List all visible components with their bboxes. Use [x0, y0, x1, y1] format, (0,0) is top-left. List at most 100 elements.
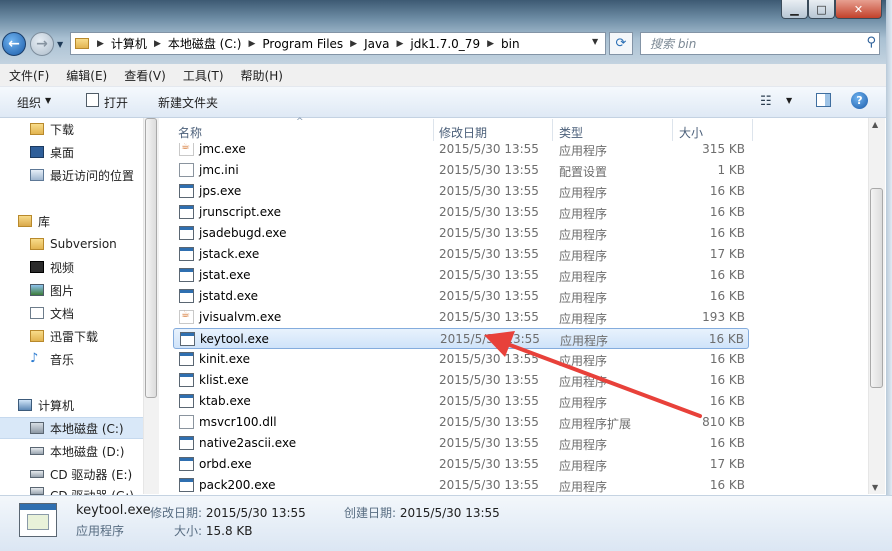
recent-pages-dropdown-icon[interactable]: ▼ [57, 40, 63, 49]
breadcrumb-c-drive[interactable]: 本地磁盘 (C:) [164, 35, 246, 52]
file-row[interactable]: jps.exe 2015/5/30 13:55 应用程序 16 KB [173, 181, 749, 202]
nav-item-drive-d[interactable]: 本地磁盘 (D:) [30, 441, 124, 461]
file-size: 16 KB [709, 268, 745, 282]
file-row-selected[interactable]: keytool.exe 2015/5/30 13:55 应用程序 16 KB [173, 328, 749, 349]
scroll-down-icon[interactable]: ▼ [872, 483, 878, 492]
nav-item-libraries[interactable]: 库 [18, 211, 50, 231]
file-type: 应用程序 [559, 207, 608, 221]
file-row[interactable]: pack200.exe 2015/5/30 13:55 应用程序 16 KB [173, 475, 749, 496]
view-dropdown-icon[interactable]: ▼ [786, 96, 792, 105]
file-row[interactable]: jstat.exe 2015/5/30 13:55 应用程序 16 KB [173, 265, 749, 286]
open-button[interactable]: 打开 [104, 94, 128, 111]
search-input[interactable]: 搜索 bin [640, 32, 880, 55]
minimize-icon: ▁ [790, 2, 799, 16]
search-icon[interactable]: ⚲ [866, 35, 876, 50]
file-type: 应用程序 [559, 249, 608, 263]
file-row[interactable]: kinit.exe 2015/5/30 13:55 应用程序 16 KB [173, 349, 749, 370]
breadcrumb-bin[interactable]: bin [497, 37, 524, 51]
video-library-icon [30, 261, 44, 273]
file-row[interactable]: jstatd.exe 2015/5/30 13:55 应用程序 16 KB [173, 286, 749, 307]
breadcrumb-computer[interactable]: 计算机 [107, 35, 151, 52]
dll-icon [179, 415, 194, 429]
file-row[interactable]: native2ascii.exe 2015/5/30 13:55 应用程序 16 KB [173, 433, 749, 454]
file-row[interactable]: msvcr100.dll 2015/5/30 13:55 应用程序扩展 810 KB [173, 412, 749, 433]
back-button[interactable]: ← [2, 32, 26, 56]
nav-item-recent-places[interactable]: 最近访问的位置 [30, 165, 134, 185]
file-name: jstatd.exe [199, 289, 259, 303]
change-view-icon[interactable]: ☷ [760, 94, 772, 109]
file-type: 应用程序 [559, 186, 608, 200]
file-row[interactable]: ktab.exe 2015/5/30 13:55 应用程序 16 KB [173, 391, 749, 412]
file-row[interactable]: klist.exe 2015/5/30 13:55 应用程序 16 KB [173, 370, 749, 391]
menu-help[interactable]: 帮助(H) [232, 67, 291, 84]
nav-item-computer[interactable]: 计算机 [18, 395, 74, 415]
exe-icon [179, 289, 194, 303]
breadcrumb-jdk[interactable]: jdk1.7.0_79 [406, 37, 484, 51]
file-name: jps.exe [199, 184, 242, 198]
file-row[interactable]: jvisualvm.exe 2015/5/30 13:55 应用程序 193 KB [173, 307, 749, 328]
help-icon[interactable]: ? [851, 92, 868, 109]
file-type: 应用程序 [560, 334, 609, 348]
organize-button[interactable]: 组织 [17, 94, 41, 111]
forward-button[interactable]: → [30, 32, 54, 56]
file-size: 16 KB [709, 478, 745, 492]
file-size: 16 KB [709, 226, 745, 240]
column-divider[interactable] [752, 119, 753, 141]
file-row[interactable]: jrunscript.exe 2015/5/30 13:55 应用程序 16 KB [173, 202, 749, 223]
menu-bar: 文件(F) 编辑(E) 查看(V) 工具(T) 帮助(H) [0, 64, 892, 87]
file-name: klist.exe [199, 373, 249, 387]
column-header-size[interactable]: 大小 [679, 124, 703, 141]
nav-scrollbar-thumb[interactable] [145, 118, 157, 398]
new-folder-button[interactable]: 新建文件夹 [158, 94, 218, 111]
documents-library-icon [30, 307, 44, 319]
file-name: msvcr100.dll [199, 415, 277, 429]
breadcrumb-java[interactable]: Java [360, 37, 393, 51]
file-size: 16 KB [709, 373, 745, 387]
nav-item-drive-c[interactable]: 本地磁盘 (C:) [30, 418, 124, 438]
file-row[interactable]: jsadebugd.exe 2015/5/30 13:55 应用程序 16 KB [173, 223, 749, 244]
nav-item-pictures[interactable]: 图片 [30, 280, 74, 300]
menu-file[interactable]: 文件(F) [0, 67, 57, 84]
file-row[interactable]: orbd.exe 2015/5/30 13:55 应用程序 17 KB [173, 454, 749, 475]
column-divider[interactable] [552, 119, 553, 141]
refresh-button[interactable]: ⟳ [609, 32, 633, 55]
preview-pane-icon[interactable] [816, 93, 831, 107]
column-header-name[interactable]: 名称 [178, 124, 202, 141]
column-header-date[interactable]: 修改日期 [439, 124, 487, 141]
organize-dropdown-icon[interactable]: ▼ [45, 96, 51, 105]
file-row[interactable]: jmc.ini 2015/5/30 13:55 配置设置 1 KB [173, 160, 749, 181]
close-button[interactable]: ✕ [835, 0, 882, 19]
command-bar [0, 87, 892, 118]
music-library-icon: ♪ [30, 351, 39, 366]
exe-icon [179, 457, 194, 471]
column-header-type[interactable]: 类型 [559, 124, 583, 141]
menu-edit[interactable]: 编辑(E) [57, 67, 115, 84]
nav-item-music[interactable]: ♪ 音乐 [30, 349, 74, 369]
drive-icon [30, 447, 44, 455]
column-divider[interactable] [433, 119, 434, 141]
nav-item-cd-e[interactable]: CD 驱动器 (E:) [30, 464, 132, 484]
nav-item-cd-g[interactable]: CD 驱动器 (G:) [30, 487, 134, 495]
file-list-scrollbar-thumb[interactable] [870, 188, 883, 388]
menu-tools[interactable]: 工具(T) [174, 67, 232, 84]
scroll-up-icon[interactable]: ▲ [872, 120, 878, 129]
minimize-button[interactable]: ▁ [781, 0, 808, 19]
maximize-button[interactable]: □ [808, 0, 835, 19]
file-modified-date: 2015/5/30 13:55 [439, 415, 539, 429]
menu-view[interactable]: 查看(V) [115, 67, 174, 84]
search-placeholder: 搜索 bin [650, 37, 697, 51]
nav-item-videos[interactable]: 视频 [30, 257, 74, 277]
nav-item-downloads[interactable]: 下载 [30, 119, 74, 139]
nav-item-documents[interactable]: 文档 [30, 303, 74, 323]
file-type: 应用程序 [559, 312, 608, 326]
breadcrumb-program-files[interactable]: Program Files [258, 37, 347, 51]
java-app-icon [179, 309, 194, 324]
address-bar[interactable]: ▶ 计算机 ▶ 本地磁盘 (C:) ▶ Program Files ▶ Java… [70, 32, 606, 55]
nav-item-subversion[interactable]: Subversion [30, 234, 117, 254]
nav-item-thunder-downloads[interactable]: 迅雷下载 [30, 326, 98, 346]
file-type: 应用程序 [559, 480, 608, 494]
nav-item-desktop[interactable]: 桌面 [30, 142, 74, 162]
address-dropdown-icon[interactable]: ▼ [592, 37, 598, 46]
file-row[interactable]: jstack.exe 2015/5/30 13:55 应用程序 17 KB [173, 244, 749, 265]
column-divider[interactable] [672, 119, 673, 141]
